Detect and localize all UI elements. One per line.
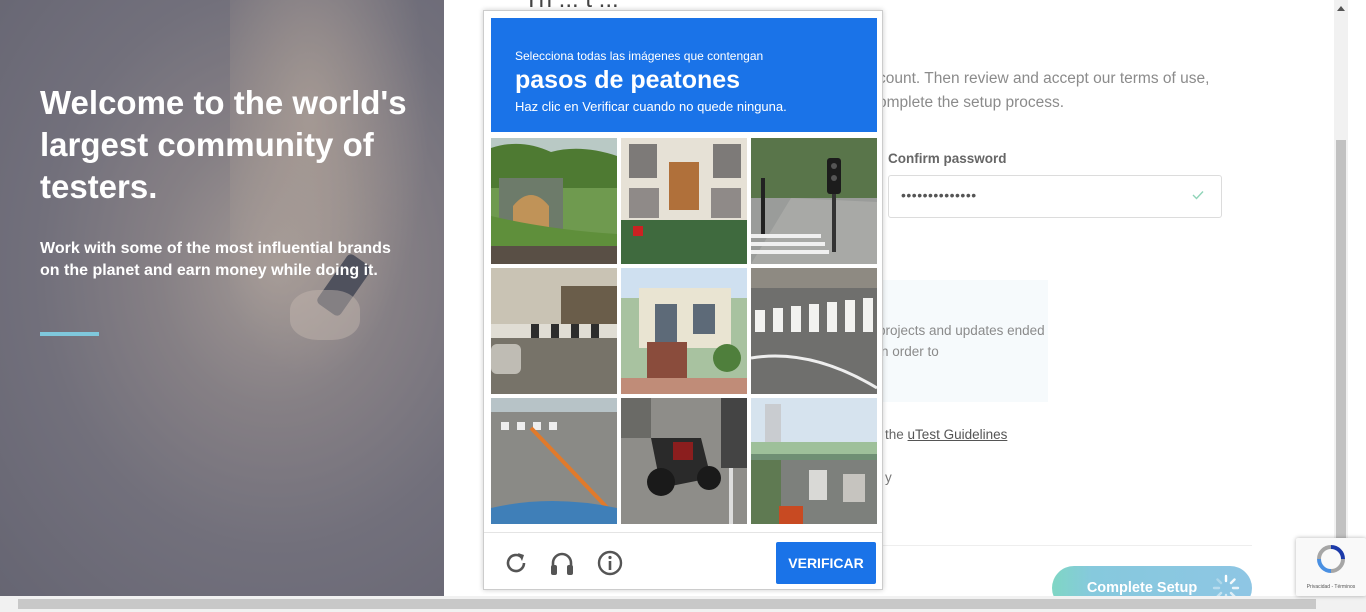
check-icon <box>1192 191 1204 200</box>
recaptcha-logo-icon <box>1317 545 1345 573</box>
overpass-traffic-tile[interactable] <box>751 398 877 524</box>
verify-button[interactable]: VERIFICAR <box>776 542 876 584</box>
zebra-crossing-tile[interactable] <box>751 268 877 394</box>
traffic-light-crossing-tile[interactable] <box>751 138 877 264</box>
audio-headphones-icon[interactable] <box>548 549 576 577</box>
info-icon[interactable] <box>596 549 624 577</box>
utest-guidelines-link[interactable]: uTest Guidelines <box>908 427 1008 442</box>
scroll-up-arrow-icon[interactable] <box>1337 6 1345 11</box>
hero-panel: Welcome to the world's largest community… <box>0 0 444 596</box>
info-text: projects and updates ended in order to <box>878 323 1045 359</box>
hero-title: Welcome to the world's largest community… <box>40 84 407 205</box>
guidelines-prefix: the <box>885 427 904 442</box>
tunnel-hill-tile[interactable] <box>491 138 617 264</box>
reload-icon[interactable] <box>502 549 530 577</box>
captcha-hint: Haz clic en Verificar cuando no quede ni… <box>515 99 787 114</box>
house-door-tile[interactable] <box>621 138 747 264</box>
confirm-password-label: Confirm password <box>888 151 1007 166</box>
horizontal-scrollbar[interactable] <box>0 596 1366 612</box>
captcha-instruction: Selecciona todas las imágenes que conten… <box>515 49 764 63</box>
hero-divider <box>40 332 99 336</box>
recaptcha-terms[interactable]: Privacidad - Términos <box>1296 584 1366 590</box>
recaptcha-badge[interactable]: Privacidad - Términos <box>1296 538 1366 596</box>
road-barrier-tile[interactable] <box>491 268 617 394</box>
complete-setup-label: Complete Setup <box>1086 580 1198 596</box>
form-intro-text: count. Then review and accept our terms … <box>878 70 1210 111</box>
vertical-scrollbar[interactable] <box>1334 0 1348 596</box>
confirm-password-value: •••••••••••••• <box>901 187 977 203</box>
captcha-footer: VERIFICAR <box>484 532 882 590</box>
captcha-header: Selecciona todas las imágenes que conten… <box>491 18 877 132</box>
confirm-password-field[interactable]: •••••••••••••• <box>888 175 1222 218</box>
house-steps-tile[interactable] <box>621 268 747 394</box>
captcha-challenge: Selecciona todas las imágenes que conten… <box>483 10 883 590</box>
captcha-target: pasos de peatones <box>515 66 741 94</box>
street-lanes-tile[interactable] <box>491 398 617 524</box>
captcha-image-grid <box>491 138 877 524</box>
horizontal-scroll-thumb[interactable] <box>18 599 1316 609</box>
hero-subtitle: Work with some of the most influential b… <box>40 240 391 279</box>
motorcycle-tile[interactable] <box>621 398 747 524</box>
text-fragment: y <box>885 470 892 485</box>
vertical-scroll-thumb[interactable] <box>1336 140 1346 540</box>
guidelines-line: the uTest Guidelines <box>885 427 1007 442</box>
